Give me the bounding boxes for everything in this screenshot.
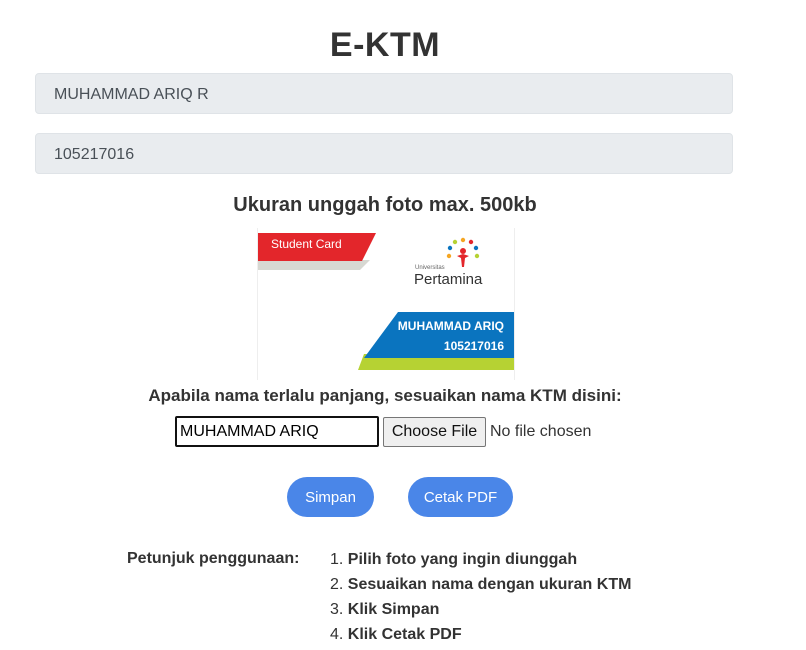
instructions-list: 1. Pilih foto yang ingin diunggah 2. Ses… <box>330 550 631 650</box>
file-status: No file chosen <box>490 423 592 440</box>
list-item: 2. Sesuaikan nama dengan ukuran KTM <box>330 576 632 593</box>
ktm-card-preview: Student Card Universitas Pertamina MUHAM… <box>257 228 515 380</box>
card-gray-stripe <box>258 260 370 270</box>
card-student-nim: 105217016 <box>443 339 504 353</box>
save-button[interactable]: Simpan <box>287 477 374 517</box>
card-label: Student Card <box>271 237 342 251</box>
upload-size-note: Ukuran unggah foto max. 500kb <box>233 194 537 216</box>
logo-icon <box>446 237 480 267</box>
ktm-name-input[interactable] <box>175 416 379 447</box>
card-student-name: MUHAMMAD ARIQ <box>397 319 504 333</box>
list-item: 4. Klik Cetak PDF <box>330 626 462 643</box>
brand-name: Pertamina <box>414 271 483 288</box>
nim-field[interactable]: 105217016 <box>35 133 733 174</box>
page-title: E-KTM <box>329 26 441 64</box>
adjust-name-note: Apabila nama terlalu panjang, sesuaikan … <box>148 386 622 405</box>
print-pdf-button[interactable]: Cetak PDF <box>408 477 513 517</box>
name-field[interactable]: MUHAMMAD ARIQ R <box>35 73 733 114</box>
instructions-label: Petunjuk penggunaan: <box>127 550 300 567</box>
choose-file-button[interactable]: Choose File <box>383 417 486 447</box>
list-item: 3. Klik Simpan <box>330 601 440 618</box>
list-item: 1. Pilih foto yang ingin diunggah <box>330 551 578 568</box>
